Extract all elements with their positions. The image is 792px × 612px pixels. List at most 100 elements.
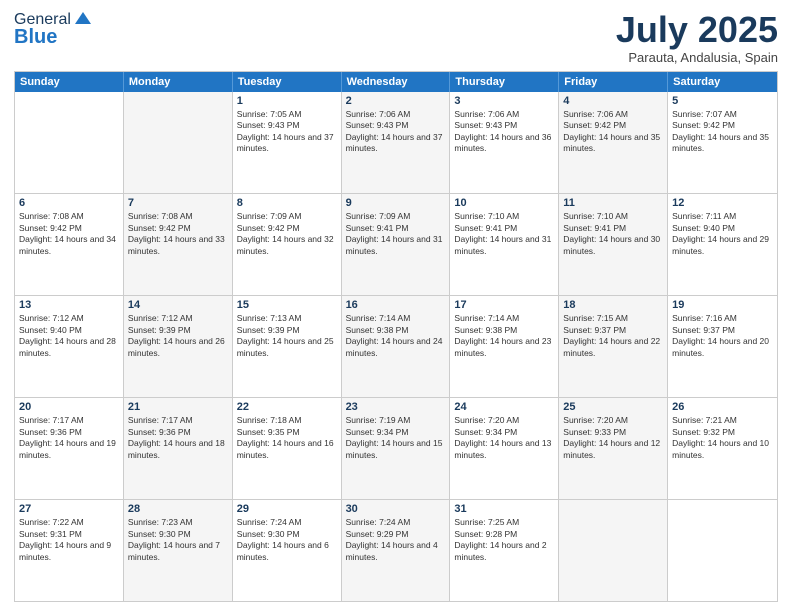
calendar-cell: 30Sunrise: 7:24 AMSunset: 9:29 PMDayligh… bbox=[342, 500, 451, 601]
day-number: 7 bbox=[128, 197, 228, 209]
day-number: 11 bbox=[563, 197, 663, 209]
sunset-text: Sunset: 9:31 PM bbox=[19, 529, 119, 540]
title-block: July 2025 Parauta, Andalusia, Spain bbox=[616, 10, 778, 65]
sunset-text: Sunset: 9:42 PM bbox=[672, 120, 773, 131]
weekday-header: Sunday bbox=[15, 72, 124, 92]
calendar-cell: 19Sunrise: 7:16 AMSunset: 9:37 PMDayligh… bbox=[668, 296, 777, 397]
daylight-text: Daylight: 14 hours and 19 minutes. bbox=[19, 438, 119, 461]
calendar-cell bbox=[124, 92, 233, 194]
daylight-text: Daylight: 14 hours and 34 minutes. bbox=[19, 234, 119, 257]
calendar-cell: 9 Sunrise: 7:09 AMSunset: 9:41 PMDaylight… bbox=[342, 194, 451, 295]
daylight-text: Daylight: 14 hours and 16 minutes. bbox=[237, 438, 337, 461]
day-number: 27 bbox=[19, 503, 119, 515]
day-number: 18 bbox=[563, 299, 663, 311]
day-number: 28 bbox=[128, 503, 228, 515]
logo-icon bbox=[73, 10, 93, 30]
day-number: 25 bbox=[563, 401, 663, 413]
calendar-cell: 20Sunrise: 7:17 AMSunset: 9:36 PMDayligh… bbox=[15, 398, 124, 499]
sunset-text: Sunset: 9:40 PM bbox=[672, 223, 773, 234]
day-number: 15 bbox=[237, 299, 337, 311]
day-number: 31 bbox=[454, 503, 554, 515]
sunset-text: Sunset: 9:36 PM bbox=[19, 427, 119, 438]
calendar-cell: 24 Sunrise: 7:20 AMSunset: 9:34 PMDayligh… bbox=[450, 398, 559, 499]
sunset-text: Sunset: 9:34 PM bbox=[454, 427, 554, 438]
sunrise-text: Sunrise: 7:15 AM bbox=[563, 313, 663, 324]
sunrise-text: Sunrise: 7:16 AM bbox=[672, 313, 773, 324]
day-number: 10 bbox=[454, 197, 554, 209]
location-subtitle: Parauta, Andalusia, Spain bbox=[616, 50, 778, 65]
sunset-text: Sunset: 9:41 PM bbox=[346, 223, 446, 234]
daylight-text: Daylight: 14 hours and 9 minutes. bbox=[19, 540, 119, 563]
sunset-text: Sunset: 9:30 PM bbox=[128, 529, 228, 540]
sunset-text: Sunset: 9:38 PM bbox=[346, 325, 446, 336]
calendar-cell: 4Sunrise: 7:06 AMSunset: 9:42 PMDaylight… bbox=[559, 92, 668, 194]
day-number: 30 bbox=[346, 503, 446, 515]
calendar-row: 1Sunrise: 7:05 AMSunset: 9:43 PMDaylight… bbox=[15, 92, 777, 194]
day-number: 23 bbox=[346, 401, 446, 413]
calendar-cell: 1Sunrise: 7:05 AMSunset: 9:43 PMDaylight… bbox=[233, 92, 342, 194]
daylight-text: Daylight: 14 hours and 15 minutes. bbox=[346, 438, 446, 461]
sunrise-text: Sunrise: 7:21 AM bbox=[672, 415, 773, 426]
calendar-cell: 7Sunrise: 7:08 AMSunset: 9:42 PMDaylight… bbox=[124, 194, 233, 295]
sunrise-text: Sunrise: 7:08 AM bbox=[19, 211, 119, 222]
calendar-cell bbox=[559, 500, 668, 601]
day-number: 13 bbox=[19, 299, 119, 311]
daylight-text: Daylight: 14 hours and 24 minutes. bbox=[346, 336, 446, 359]
sunset-text: Sunset: 9:33 PM bbox=[563, 427, 663, 438]
day-number: 8 bbox=[237, 197, 337, 209]
calendar-cell: 16Sunrise: 7:14 AMSunset: 9:38 PMDayligh… bbox=[342, 296, 451, 397]
day-number: 12 bbox=[672, 197, 773, 209]
day-number: 20 bbox=[19, 401, 119, 413]
sunrise-text: Sunrise: 7:10 AM bbox=[563, 211, 663, 222]
sunrise-text: Sunrise: 7:06 AM bbox=[454, 109, 554, 120]
daylight-text: Daylight: 14 hours and 10 minutes. bbox=[672, 438, 773, 461]
sunrise-text: Sunrise: 7:23 AM bbox=[128, 517, 228, 528]
sunset-text: Sunset: 9:37 PM bbox=[672, 325, 773, 336]
sunrise-text: Sunrise: 7:09 AM bbox=[346, 211, 446, 222]
calendar-cell: 14Sunrise: 7:12 AMSunset: 9:39 PMDayligh… bbox=[124, 296, 233, 397]
day-number: 29 bbox=[237, 503, 337, 515]
weekday-header: Thursday bbox=[450, 72, 559, 92]
calendar-row: 27Sunrise: 7:22 AMSunset: 9:31 PMDayligh… bbox=[15, 499, 777, 601]
day-number: 24 bbox=[454, 401, 554, 413]
sunrise-text: Sunrise: 7:05 AM bbox=[237, 109, 337, 120]
sunset-text: Sunset: 9:35 PM bbox=[237, 427, 337, 438]
sunset-text: Sunset: 9:42 PM bbox=[128, 223, 228, 234]
sunrise-text: Sunrise: 7:25 AM bbox=[454, 517, 554, 528]
day-number: 3 bbox=[454, 95, 554, 107]
daylight-text: Daylight: 14 hours and 20 minutes. bbox=[672, 336, 773, 359]
weekday-header: Tuesday bbox=[233, 72, 342, 92]
weekday-header: Friday bbox=[559, 72, 668, 92]
weekday-header: Monday bbox=[124, 72, 233, 92]
calendar-cell: 21Sunrise: 7:17 AMSunset: 9:36 PMDayligh… bbox=[124, 398, 233, 499]
calendar-cell: 31Sunrise: 7:25 AMSunset: 9:28 PMDayligh… bbox=[450, 500, 559, 601]
daylight-text: Daylight: 14 hours and 31 minutes. bbox=[346, 234, 446, 257]
sunrise-text: Sunrise: 7:14 AM bbox=[454, 313, 554, 324]
daylight-text: Daylight: 14 hours and 29 minutes. bbox=[672, 234, 773, 257]
sunset-text: Sunset: 9:39 PM bbox=[128, 325, 228, 336]
calendar-cell: 17Sunrise: 7:14 AMSunset: 9:38 PMDayligh… bbox=[450, 296, 559, 397]
daylight-text: Daylight: 14 hours and 37 minutes. bbox=[346, 132, 446, 155]
calendar: SundayMondayTuesdayWednesdayThursdayFrid… bbox=[14, 71, 778, 602]
calendar-cell: 28Sunrise: 7:23 AMSunset: 9:30 PMDayligh… bbox=[124, 500, 233, 601]
sunset-text: Sunset: 9:43 PM bbox=[237, 120, 337, 131]
sunrise-text: Sunrise: 7:20 AM bbox=[454, 415, 554, 426]
sunset-text: Sunset: 9:43 PM bbox=[346, 120, 446, 131]
daylight-text: Daylight: 14 hours and 22 minutes. bbox=[563, 336, 663, 359]
daylight-text: Daylight: 14 hours and 13 minutes. bbox=[454, 438, 554, 461]
sunrise-text: Sunrise: 7:07 AM bbox=[672, 109, 773, 120]
sunset-text: Sunset: 9:43 PM bbox=[454, 120, 554, 131]
sunrise-text: Sunrise: 7:13 AM bbox=[237, 313, 337, 324]
daylight-text: Daylight: 14 hours and 26 minutes. bbox=[128, 336, 228, 359]
sunrise-text: Sunrise: 7:24 AM bbox=[237, 517, 337, 528]
day-number: 2 bbox=[346, 95, 446, 107]
daylight-text: Daylight: 14 hours and 23 minutes. bbox=[454, 336, 554, 359]
calendar-cell bbox=[668, 500, 777, 601]
day-number: 22 bbox=[237, 401, 337, 413]
daylight-text: Daylight: 14 hours and 36 minutes. bbox=[454, 132, 554, 155]
sunrise-text: Sunrise: 7:24 AM bbox=[346, 517, 446, 528]
sunset-text: Sunset: 9:41 PM bbox=[563, 223, 663, 234]
day-number: 9 bbox=[346, 197, 446, 209]
header: General Blue July 2025 Parauta, Andalusi… bbox=[14, 10, 778, 65]
sunset-text: Sunset: 9:41 PM bbox=[454, 223, 554, 234]
